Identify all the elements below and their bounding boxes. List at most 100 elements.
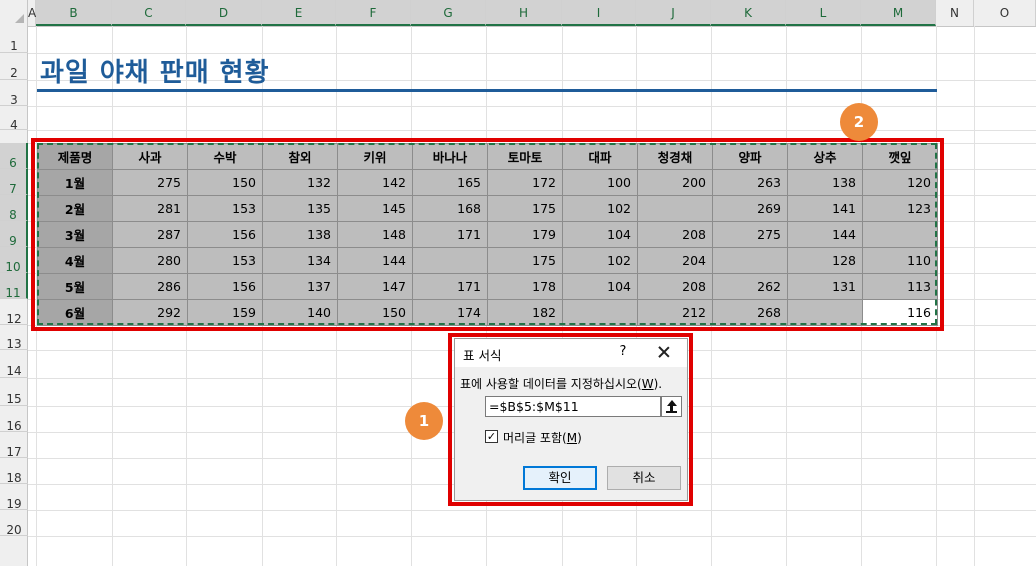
table-cell[interactable] — [712, 247, 788, 274]
table-cell[interactable]: 116 — [862, 299, 938, 326]
row-label-cell[interactable]: 3월 — [37, 221, 113, 248]
table-cell[interactable]: 110 — [862, 247, 938, 274]
help-button[interactable]: ? — [613, 342, 633, 362]
table-cell[interactable]: 262 — [712, 273, 788, 300]
table-cell[interactable]: 281 — [112, 195, 188, 222]
table-cell[interactable]: 208 — [637, 273, 713, 300]
row-header-16[interactable]: 16 — [0, 406, 28, 433]
table-cell[interactable] — [562, 299, 638, 326]
table-cell[interactable]: 171 — [412, 221, 488, 248]
table-cell[interactable]: 123 — [862, 195, 938, 222]
table-cell[interactable]: 147 — [337, 273, 413, 300]
table-cell[interactable]: 138 — [787, 169, 863, 196]
row-header-7[interactable]: 7 — [0, 169, 28, 196]
table-cell[interactable]: 156 — [187, 273, 263, 300]
table-cell[interactable]: 120 — [862, 169, 938, 196]
table-cell[interactable]: 275 — [112, 169, 188, 196]
table-cell[interactable]: 286 — [112, 273, 188, 300]
row-header-17[interactable]: 17 — [0, 432, 28, 459]
column-header-O[interactable]: O — [974, 0, 1036, 26]
column-header-B[interactable]: B — [36, 0, 112, 26]
collapse-dialog-button[interactable] — [661, 396, 682, 417]
column-header-L[interactable]: L — [786, 0, 861, 26]
table-cell[interactable]: 263 — [712, 169, 788, 196]
column-header-N[interactable]: N — [936, 0, 974, 26]
table-cell[interactable]: 150 — [337, 299, 413, 326]
table-cell[interactable]: 142 — [337, 169, 413, 196]
table-cell[interactable]: 172 — [487, 169, 563, 196]
table-cell[interactable]: 150 — [187, 169, 263, 196]
table-header-cell[interactable]: 상추 — [787, 143, 863, 170]
row-header-2[interactable]: 2 — [0, 53, 28, 80]
table-cell[interactable]: 140 — [262, 299, 338, 326]
row-header-3[interactable]: 3 — [0, 80, 28, 107]
table-cell[interactable]: 287 — [112, 221, 188, 248]
table-header-cell[interactable]: 참외 — [262, 143, 338, 170]
row-header-20[interactable]: 20 — [0, 510, 28, 537]
table-header-cell[interactable]: 깻잎 — [862, 143, 938, 170]
table-cell[interactable]: 113 — [862, 273, 938, 300]
table-cell[interactable]: 168 — [412, 195, 488, 222]
table-cell[interactable]: 141 — [787, 195, 863, 222]
table-cell[interactable]: 275 — [712, 221, 788, 248]
row-header-1[interactable]: 1 — [0, 26, 28, 53]
row-header-4[interactable]: 4 — [0, 106, 28, 132]
header-checkbox-label[interactable]: 머리글 포함(M) — [503, 429, 582, 446]
table-cell[interactable]: 292 — [112, 299, 188, 326]
table-cell[interactable]: 153 — [187, 195, 263, 222]
table-header-cell[interactable]: 양파 — [712, 143, 788, 170]
row-label-cell[interactable]: 5월 — [37, 273, 113, 300]
table-header-cell[interactable]: 사과 — [112, 143, 188, 170]
table-cell[interactable]: 134 — [262, 247, 338, 274]
table-cell[interactable]: 159 — [187, 299, 263, 326]
column-header-H[interactable]: H — [486, 0, 562, 26]
table-cell[interactable]: 175 — [487, 195, 563, 222]
table-cell[interactable] — [412, 247, 488, 274]
column-header-M[interactable]: M — [861, 0, 936, 26]
ok-button[interactable]: 확인 — [523, 466, 597, 490]
row-header-13[interactable]: 13 — [0, 325, 28, 351]
table-cell[interactable]: 104 — [562, 221, 638, 248]
table-cell[interactable] — [787, 299, 863, 326]
select-all-corner[interactable] — [0, 0, 28, 26]
row-header-15[interactable]: 15 — [0, 378, 28, 406]
table-cell[interactable] — [637, 195, 713, 222]
row-header-18[interactable]: 18 — [0, 458, 28, 485]
table-cell[interactable]: 137 — [262, 273, 338, 300]
table-cell[interactable]: 174 — [412, 299, 488, 326]
table-cell[interactable]: 212 — [637, 299, 713, 326]
table-cell[interactable]: 268 — [712, 299, 788, 326]
table-cell[interactable]: 145 — [337, 195, 413, 222]
table-header-product[interactable]: 제품명 — [37, 143, 113, 170]
table-cell[interactable]: 178 — [487, 273, 563, 300]
close-icon[interactable] — [653, 342, 675, 362]
column-header-D[interactable]: D — [186, 0, 262, 26]
table-cell[interactable]: 135 — [262, 195, 338, 222]
column-header-A[interactable]: A — [28, 0, 36, 26]
table-cell[interactable]: 171 — [412, 273, 488, 300]
column-header-I[interactable]: I — [562, 0, 636, 26]
row-header-12[interactable]: 12 — [0, 299, 28, 326]
table-cell[interactable]: 200 — [637, 169, 713, 196]
column-header-K[interactable]: K — [711, 0, 786, 26]
range-input[interactable]: =$B$5:$M$11 — [485, 396, 661, 417]
table-cell[interactable]: 128 — [787, 247, 863, 274]
table-cell[interactable]: 182 — [487, 299, 563, 326]
table-cell[interactable]: 104 — [562, 273, 638, 300]
row-label-cell[interactable]: 6월 — [37, 299, 113, 326]
row-header-10[interactable]: 10 — [0, 247, 28, 274]
table-cell[interactable]: 144 — [337, 247, 413, 274]
table-cell[interactable] — [862, 221, 938, 248]
row-header-8[interactable]: 8 — [0, 195, 28, 222]
header-checkbox[interactable]: ✓ — [485, 430, 498, 443]
table-header-cell[interactable]: 바나나 — [412, 143, 488, 170]
data-table[interactable]: 제품명 사과 수박 참외 키위 바나나 토마토 대파 청경채 양파 상추 깻잎 1월 275 150 132… — [37, 143, 938, 326]
table-cell[interactable]: 102 — [562, 247, 638, 274]
table-cell[interactable]: 156 — [187, 221, 263, 248]
table-cell[interactable]: 280 — [112, 247, 188, 274]
table-cell[interactable]: 131 — [787, 273, 863, 300]
table-cell[interactable]: 100 — [562, 169, 638, 196]
row-header-9[interactable]: 9 — [0, 221, 28, 248]
row-header-6[interactable]: 6 — [0, 143, 28, 170]
table-cell[interactable]: 208 — [637, 221, 713, 248]
